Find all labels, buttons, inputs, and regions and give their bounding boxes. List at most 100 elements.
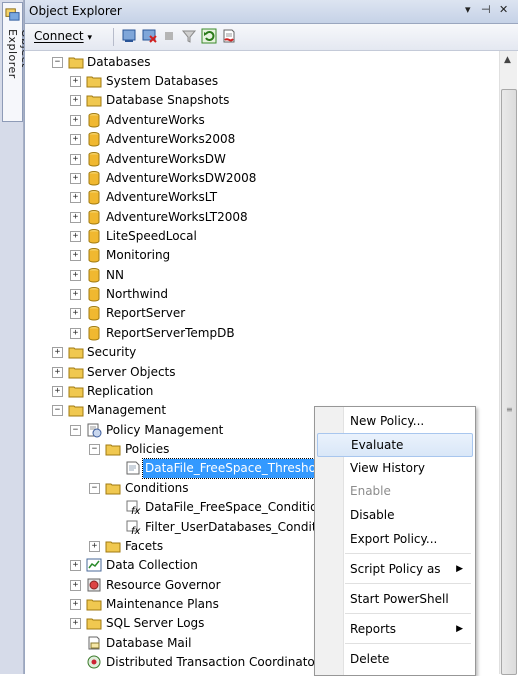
menu-item-start-powershell[interactable]: Start PowerShell (317, 588, 471, 610)
expand-icon[interactable]: + (70, 308, 81, 319)
folder-open-icon (105, 483, 121, 495)
tree-node-label: Server Objects (87, 365, 176, 379)
tree-node-database[interactable]: + AdventureWorks (25, 111, 495, 130)
auto-hide-pin-icon[interactable]: ⊣ (481, 3, 491, 16)
refresh-icon[interactable] (201, 28, 217, 44)
tree-node-label: Maintenance Plans (106, 597, 219, 611)
menu-separator (345, 583, 471, 584)
tree-node-label: Databases (87, 55, 151, 69)
expand-icon[interactable]: + (52, 347, 63, 358)
database-icon (88, 268, 100, 283)
expand-icon[interactable]: + (70, 328, 81, 339)
close-icon[interactable]: ✕ (499, 3, 508, 16)
tree-node-label: AdventureWorksDW2008 (106, 171, 257, 185)
connect-object-explorer-icon[interactable] (121, 28, 137, 44)
condition-icon: fx (126, 500, 141, 515)
menu-item-delete[interactable]: Delete (317, 648, 471, 670)
tree-node-system-databases[interactable]: + System Databases (25, 72, 495, 91)
menu-item-view-history[interactable]: View History (317, 457, 471, 479)
scroll-thumb[interactable]: ≡ (501, 89, 517, 675)
expand-icon[interactable]: + (89, 541, 100, 552)
sync-policy-icon[interactable] (221, 28, 237, 44)
menu-separator (345, 613, 471, 614)
expand-icon[interactable]: + (52, 367, 63, 378)
expand-icon[interactable]: + (70, 560, 81, 571)
disconnect-icon[interactable] (141, 28, 157, 44)
filter-icon[interactable] (181, 28, 197, 44)
expand-icon[interactable]: + (70, 154, 81, 165)
svg-text:fx: fx (131, 506, 141, 515)
tree-node-database[interactable]: + ReportServerTempDB (25, 324, 495, 343)
expand-icon[interactable]: + (70, 95, 81, 106)
tree-node-database[interactable]: + ReportServer (25, 304, 495, 323)
tree-node-label: Northwind (106, 287, 168, 301)
folder-open-icon (68, 57, 84, 69)
expand-icon[interactable]: + (70, 580, 81, 591)
tree-node-database[interactable]: + AdventureWorksDW2008 (25, 169, 495, 188)
expand-icon[interactable]: + (70, 76, 81, 87)
tree-node-database[interactable]: + AdventureWorksLT2008 (25, 208, 495, 227)
submenu-arrow-icon: ▶ (456, 624, 463, 634)
menu-item-disable[interactable]: Disable (317, 504, 471, 526)
database-icon (88, 113, 100, 128)
menu-item-reports[interactable]: Reports ▶ (317, 618, 471, 640)
tree-node-databases[interactable]: − Databases (25, 53, 495, 72)
expand-icon[interactable]: + (70, 192, 81, 203)
collapse-icon[interactable]: − (52, 405, 63, 416)
expand-icon[interactable]: + (70, 134, 81, 145)
folder-icon (86, 599, 102, 611)
tree-node-database[interactable]: + AdventureWorksDW (25, 150, 495, 169)
database-icon (88, 210, 100, 225)
expand-icon[interactable]: + (70, 115, 81, 126)
collapse-icon[interactable]: − (89, 483, 100, 494)
expand-icon[interactable]: + (70, 270, 81, 281)
connect-button[interactable]: Connect ▾ (31, 28, 95, 44)
expand-icon[interactable]: + (70, 250, 81, 261)
menu-item-new-policy[interactable]: New Policy... (317, 410, 471, 432)
tree-node-database[interactable]: + LiteSpeedLocal (25, 227, 495, 246)
folder-open-icon (105, 444, 121, 456)
stop-icon[interactable] (161, 28, 177, 44)
folder-icon (105, 541, 121, 553)
tree-node-label: Distributed Transaction Coordinator (106, 655, 320, 669)
tree-node-label: Security (87, 345, 137, 359)
tree-node-database-snapshots[interactable]: + Database Snapshots (25, 91, 495, 110)
expand-icon[interactable]: + (52, 386, 63, 397)
svg-text:fx: fx (131, 526, 141, 535)
scroll-up-icon[interactable]: ▲ (504, 55, 511, 65)
collapse-icon[interactable]: − (70, 425, 81, 436)
expand-icon[interactable]: + (70, 618, 81, 629)
window-position-dropdown-icon[interactable]: ▾ (465, 3, 471, 16)
toolbar-separator (113, 28, 114, 46)
tree-node-security[interactable]: + Security (25, 343, 495, 362)
tree-node-label: Resource Governor (106, 578, 221, 592)
collapse-icon[interactable]: − (89, 444, 100, 455)
menu-separator (345, 553, 471, 554)
menu-item-label: View History (350, 461, 425, 475)
tree-node-server-objects[interactable]: + Server Objects (25, 363, 495, 382)
database-icon (88, 132, 100, 147)
tree-node-replication[interactable]: + Replication (25, 382, 495, 401)
expand-icon[interactable]: + (70, 231, 81, 242)
expand-icon[interactable]: + (70, 599, 81, 610)
menu-item-script-policy-as[interactable]: Script Policy as ▶ (317, 558, 471, 580)
resource-governor-icon (87, 578, 101, 592)
menu-item-evaluate[interactable]: Evaluate (317, 433, 473, 457)
object-explorer-side-tab[interactable]: Object Explorer (0, 0, 32, 674)
tree-node-database[interactable]: + NN (25, 266, 495, 285)
database-icon (88, 287, 100, 302)
database-icon (88, 152, 100, 167)
tree-node-database[interactable]: + Northwind (25, 285, 495, 304)
expand-icon[interactable]: + (70, 173, 81, 184)
vertical-scrollbar[interactable]: ▲ ≡ (499, 51, 517, 675)
tree-node-label: Facets (125, 539, 164, 553)
collapse-icon[interactable]: − (52, 57, 63, 68)
tree-node-database[interactable]: + AdventureWorksLT (25, 188, 495, 207)
tree-node-database[interactable]: + AdventureWorks2008 (25, 130, 495, 149)
side-tab-button[interactable]: Object Explorer (2, 2, 32, 122)
expand-icon[interactable]: + (70, 212, 81, 223)
tree-node-label: NN (106, 268, 124, 282)
expand-icon[interactable]: + (70, 289, 81, 300)
menu-item-export-policy[interactable]: Export Policy... (317, 528, 471, 550)
tree-node-database[interactable]: + Monitoring (25, 246, 495, 265)
